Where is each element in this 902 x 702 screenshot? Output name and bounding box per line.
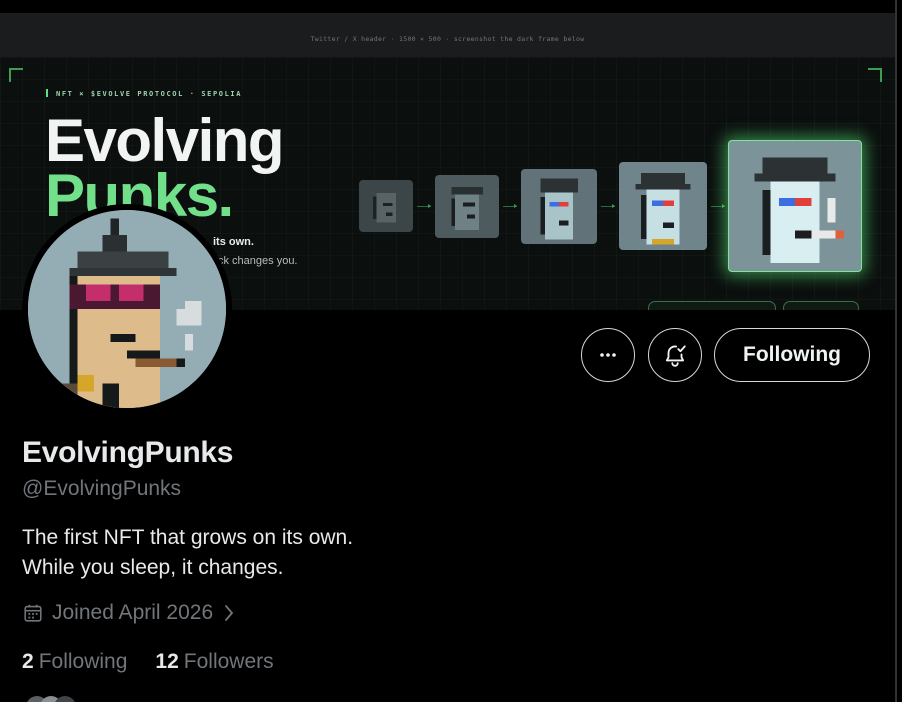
following-label: Following bbox=[38, 650, 128, 673]
pixel-punk-avatar bbox=[28, 210, 226, 408]
evolution-arrow bbox=[417, 204, 431, 208]
evolution-stage-2-image bbox=[435, 175, 499, 238]
bio-line: The first NFT that grows on its own. bbox=[22, 526, 354, 549]
evolution-stage-1-image bbox=[359, 180, 413, 232]
more-horizontal-icon bbox=[600, 353, 616, 357]
joined-text: Joined April 2026 bbox=[52, 601, 214, 624]
evolution-stage-3-image bbox=[521, 169, 597, 244]
followers-you-know-avatars[interactable] bbox=[26, 696, 80, 702]
evolution-stage-5-image bbox=[728, 140, 862, 272]
banner-stat-pill bbox=[783, 301, 859, 310]
more-options-button[interactable] bbox=[581, 328, 635, 382]
user-handle: @EvolvingPunks bbox=[22, 477, 182, 500]
window-top-strip bbox=[0, 0, 895, 13]
evolution-stage-4-image bbox=[619, 162, 707, 250]
banner-subtitle-line2: ck changes you. bbox=[218, 255, 298, 267]
banner-subtitle-line1: its own. bbox=[213, 236, 254, 248]
corner-bracket-right bbox=[868, 68, 882, 82]
notifications-button[interactable] bbox=[648, 328, 702, 382]
profile-bio: The first NFT that grows on its own. Whi… bbox=[22, 523, 353, 583]
avatar bbox=[54, 696, 76, 702]
following-button[interactable]: Following bbox=[714, 328, 870, 382]
joined-date[interactable]: Joined April 2026 bbox=[22, 601, 237, 625]
bio-line: While you sleep, it changes. bbox=[22, 556, 284, 579]
corner-bracket-left bbox=[9, 68, 23, 82]
bell-check-icon bbox=[665, 345, 686, 367]
calendar-icon bbox=[24, 604, 42, 622]
profile-avatar[interactable] bbox=[22, 204, 232, 414]
banner-tagline: NFT × $EVOLVE PROTOCOL · SEPOLIA bbox=[46, 89, 242, 98]
evolution-arrow bbox=[711, 204, 725, 208]
follow-stats: 2 Following 12 Followers bbox=[22, 650, 274, 674]
evolution-arrow bbox=[503, 204, 517, 208]
display-name: EvolvingPunks bbox=[22, 436, 234, 469]
chevron-right-icon bbox=[225, 605, 234, 621]
column-divider bbox=[895, 0, 897, 702]
banner-caption: Twitter / X header · 1500 × 500 · screen… bbox=[310, 35, 585, 43]
followers-label: Followers bbox=[183, 650, 274, 673]
banner-stat-pill bbox=[648, 301, 776, 310]
followers-count-link[interactable]: 12 Followers bbox=[155, 650, 273, 674]
evolution-arrow bbox=[601, 204, 615, 208]
following-count: 2 bbox=[22, 650, 34, 673]
followers-count: 12 bbox=[155, 650, 179, 673]
following-count-link[interactable]: 2 Following bbox=[22, 650, 127, 674]
